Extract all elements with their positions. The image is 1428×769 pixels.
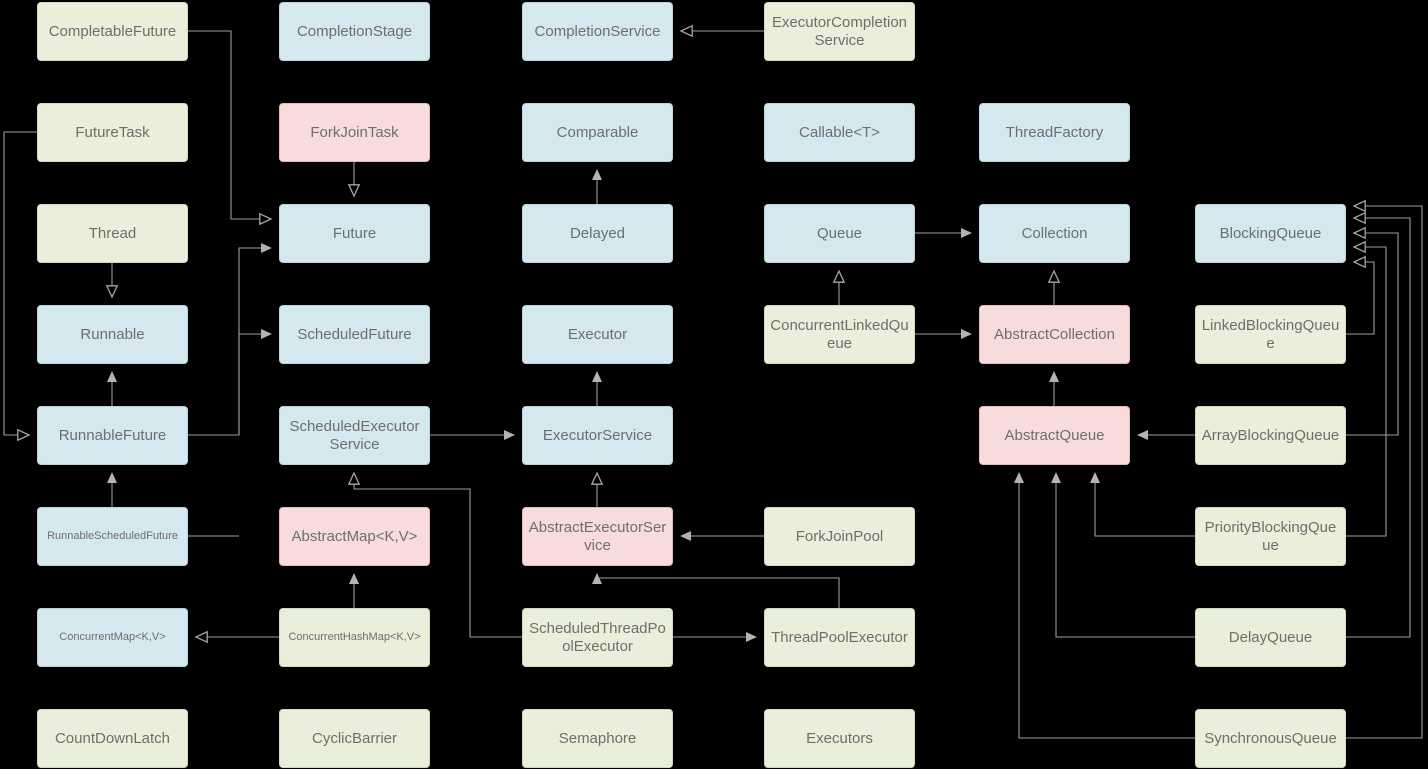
class-node-label: AbstractExecutorService bbox=[528, 518, 667, 554]
edge-delayqueue-to-blockingqueue bbox=[1346, 218, 1411, 638]
class-node-abstractcollection[interactable]: AbstractCollection bbox=[979, 305, 1130, 364]
class-node-label: Future bbox=[332, 224, 377, 242]
class-node-runnablefuture[interactable]: RunnableFuture bbox=[37, 406, 188, 465]
edge-synchronousqueue-to-blockingqueue bbox=[1346, 206, 1423, 739]
class-node-label: CompletionStage bbox=[296, 22, 413, 40]
class-node-label: ThreadPoolExecutor bbox=[771, 628, 908, 646]
class-node-label: SynchronousQueue bbox=[1204, 729, 1337, 747]
class-node-scheduledfuture[interactable]: ScheduledFuture bbox=[279, 305, 430, 364]
class-node-label: RunnableFuture bbox=[58, 426, 167, 444]
class-node-future[interactable]: Future bbox=[279, 204, 430, 263]
class-node-label: Executor bbox=[567, 325, 628, 343]
class-node-abstractexecutorservice[interactable]: AbstractExecutorService bbox=[522, 507, 673, 566]
class-node-label: ExecutorCompletionService bbox=[771, 13, 908, 49]
edge-delayqueue-to-abstractqueue bbox=[1051, 472, 1195, 638]
edge-synchronousqueue-to-abstractqueue bbox=[1014, 472, 1195, 739]
class-node-concurrentmap[interactable]: ConcurrentMap<K,V> bbox=[37, 608, 188, 667]
class-node-queue[interactable]: Queue bbox=[764, 204, 915, 263]
class-node-label: Semaphore bbox=[558, 729, 637, 747]
class-node-label: CompletableFuture bbox=[48, 22, 177, 40]
class-node-delayed[interactable]: Delayed bbox=[522, 204, 673, 263]
class-node-label: ConcurrentLinkedQueue bbox=[770, 316, 909, 352]
class-node-label: AbstractMap<K,V> bbox=[291, 527, 418, 545]
edge-threadpoolexecutor-to-abstractexecutorservice bbox=[592, 573, 840, 608]
class-node-abstractqueue[interactable]: AbstractQueue bbox=[979, 406, 1130, 465]
class-node-executorservice[interactable]: ExecutorService bbox=[522, 406, 673, 465]
edge-priorityblockingqueue-to-blockingqueue bbox=[1346, 247, 1387, 537]
class-node-priorityblockingqueue[interactable]: PriorityBlockingQueue bbox=[1195, 507, 1346, 566]
class-node-label: ThreadFactory bbox=[1005, 123, 1104, 141]
class-node-threadfactory[interactable]: ThreadFactory bbox=[979, 103, 1130, 162]
class-node-label: DelayQueue bbox=[1228, 628, 1313, 646]
class-node-label: Collection bbox=[1021, 224, 1088, 242]
class-node-label: CompletionService bbox=[534, 22, 661, 40]
class-node-label: BlockingQueue bbox=[1219, 224, 1322, 242]
class-node-futuretask[interactable]: FutureTask bbox=[37, 103, 188, 162]
class-node-executorcompletionservice[interactable]: ExecutorCompletionService bbox=[764, 2, 915, 61]
class-node-scheduledthreadpoolexecutor[interactable]: ScheduledThreadPoolExecutor bbox=[522, 608, 673, 667]
class-node-concurrenthashmap[interactable]: ConcurrentHashMap<K,V> bbox=[279, 608, 430, 667]
class-node-semaphore[interactable]: Semaphore bbox=[522, 709, 673, 768]
class-node-label: AbstractCollection bbox=[994, 325, 1115, 343]
class-node-label: Delayed bbox=[569, 224, 626, 242]
class-node-label: ScheduledFuture bbox=[297, 325, 412, 343]
class-node-completionservice[interactable]: CompletionService bbox=[522, 2, 673, 61]
class-node-completionstage[interactable]: CompletionStage bbox=[279, 2, 430, 61]
class-node-delayqueue[interactable]: DelayQueue bbox=[1195, 608, 1346, 667]
edge-linkedblockingqueue-to-blockingqueue bbox=[1346, 262, 1375, 335]
class-node-label: CyclicBarrier bbox=[311, 729, 397, 747]
class-node-label: Thread bbox=[88, 224, 137, 242]
class-node-label: PriorityBlockingQueue bbox=[1204, 518, 1337, 554]
class-node-comparable[interactable]: Comparable bbox=[522, 103, 673, 162]
class-node-threadpoolexecutor[interactable]: ThreadPoolExecutor bbox=[764, 608, 915, 667]
class-node-label: RunnableScheduledFuture bbox=[47, 530, 178, 543]
class-node-completablefuture[interactable]: CompletableFuture bbox=[37, 2, 188, 61]
class-node-label: CountDownLatch bbox=[54, 729, 171, 747]
class-node-label: LinkedBlockingQueue bbox=[1201, 316, 1340, 352]
class-node-label: ArrayBlockingQueue bbox=[1201, 426, 1340, 444]
class-node-executor[interactable]: Executor bbox=[522, 305, 673, 364]
class-node-label: ScheduledExecutorService bbox=[289, 417, 420, 453]
class-node-label: ExecutorService bbox=[542, 426, 653, 444]
class-node-label: Runnable bbox=[80, 325, 145, 343]
class-node-label: Queue bbox=[816, 224, 863, 242]
class-node-forkjoinpool[interactable]: ForkJoinPool bbox=[764, 507, 915, 566]
class-node-scheduledexecutorservice[interactable]: ScheduledExecutorService bbox=[279, 406, 430, 465]
class-node-abstractmap[interactable]: AbstractMap<K,V> bbox=[279, 507, 430, 566]
class-node-executors[interactable]: Executors bbox=[764, 709, 915, 768]
edge-runnablefuture-to-future bbox=[188, 243, 272, 436]
class-node-label: ScheduledThreadPoolExecutor bbox=[529, 619, 666, 655]
class-node-collection[interactable]: Collection bbox=[979, 204, 1130, 263]
class-node-label: Callable<T> bbox=[799, 123, 880, 141]
class-node-forkjointask[interactable]: ForkJoinTask bbox=[279, 103, 430, 162]
class-node-label: ForkJoinPool bbox=[795, 527, 884, 545]
class-node-label: ForkJoinTask bbox=[310, 123, 399, 141]
edge-completablefuture-to-future bbox=[188, 30, 271, 219]
edge-arrayblockingqueue-to-blockingqueue bbox=[1346, 233, 1399, 436]
class-node-callable[interactable]: Callable<T> bbox=[764, 103, 915, 162]
class-node-cyclicbarrier[interactable]: CyclicBarrier bbox=[279, 709, 430, 768]
class-node-blockingqueue[interactable]: BlockingQueue bbox=[1195, 204, 1346, 263]
class-node-label: AbstractQueue bbox=[1004, 426, 1105, 444]
class-node-countdownlatch[interactable]: CountDownLatch bbox=[37, 709, 188, 768]
class-node-synchronousqueue[interactable]: SynchronousQueue bbox=[1195, 709, 1346, 768]
class-node-concurrentlinkedqueue[interactable]: ConcurrentLinkedQueue bbox=[764, 305, 915, 364]
edge-priorityblockingqueue-to-abstractqueue bbox=[1090, 472, 1195, 537]
class-node-thread[interactable]: Thread bbox=[37, 204, 188, 263]
class-node-label: Executors bbox=[806, 729, 873, 747]
class-node-runnable[interactable]: Runnable bbox=[37, 305, 188, 364]
uml-class-diagram: CompletableFuture CompletionStage Completi… bbox=[0, 0, 1428, 769]
class-node-linkedblockingqueue[interactable]: LinkedBlockingQueue bbox=[1195, 305, 1346, 364]
class-node-label: FutureTask bbox=[75, 123, 150, 141]
edge-runnablefuture-to-scheduledfuture bbox=[238, 329, 272, 435]
class-node-label: Comparable bbox=[556, 123, 639, 141]
class-node-label: ConcurrentMap<K,V> bbox=[59, 631, 166, 644]
class-node-label: ConcurrentHashMap<K,V> bbox=[288, 631, 421, 644]
class-node-runnablescheduledfuture[interactable]: RunnableScheduledFuture bbox=[37, 507, 188, 566]
class-node-arrayblockingqueue[interactable]: ArrayBlockingQueue bbox=[1195, 406, 1346, 465]
edge-futuretask-to-runnablefuture bbox=[3, 131, 37, 435]
